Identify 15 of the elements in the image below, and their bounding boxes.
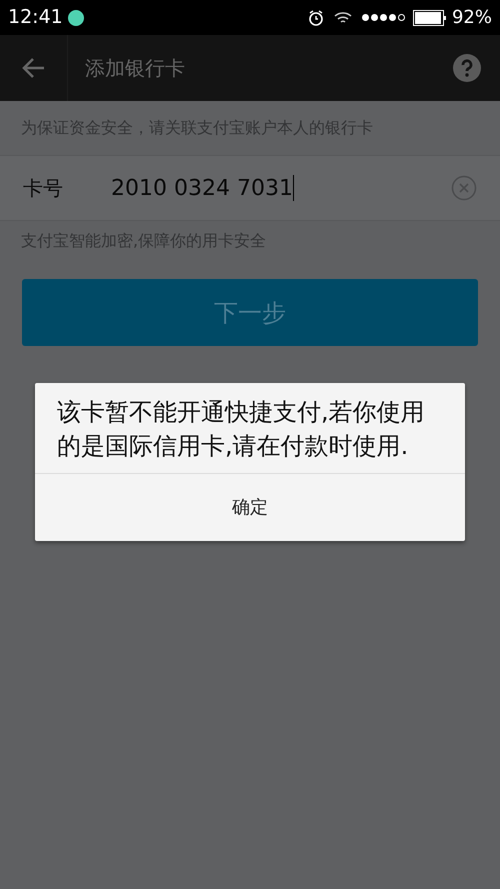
back-arrow-icon [22, 57, 46, 79]
clear-icon[interactable] [451, 175, 477, 201]
battery-icon [412, 10, 447, 26]
card-number-field[interactable]: 2010 0324 7031 [111, 172, 451, 204]
page-title: 添加银行卡 [85, 55, 186, 82]
card-number-label: 卡号 [23, 175, 64, 202]
signal-icon [362, 14, 405, 21]
wifi-icon [334, 10, 352, 24]
confirm-button[interactable]: 确定 [35, 474, 465, 541]
alarm-icon [308, 10, 324, 26]
dialog-message: 该卡暂不能开通快捷支付,若你使用的是国际信用卡,请在付款时使用. [56, 397, 426, 462]
status-time: 12:41 [8, 5, 63, 30]
help-icon[interactable] [453, 54, 481, 82]
app-notification-icon [68, 10, 84, 26]
battery-percent: 92% [452, 6, 492, 30]
